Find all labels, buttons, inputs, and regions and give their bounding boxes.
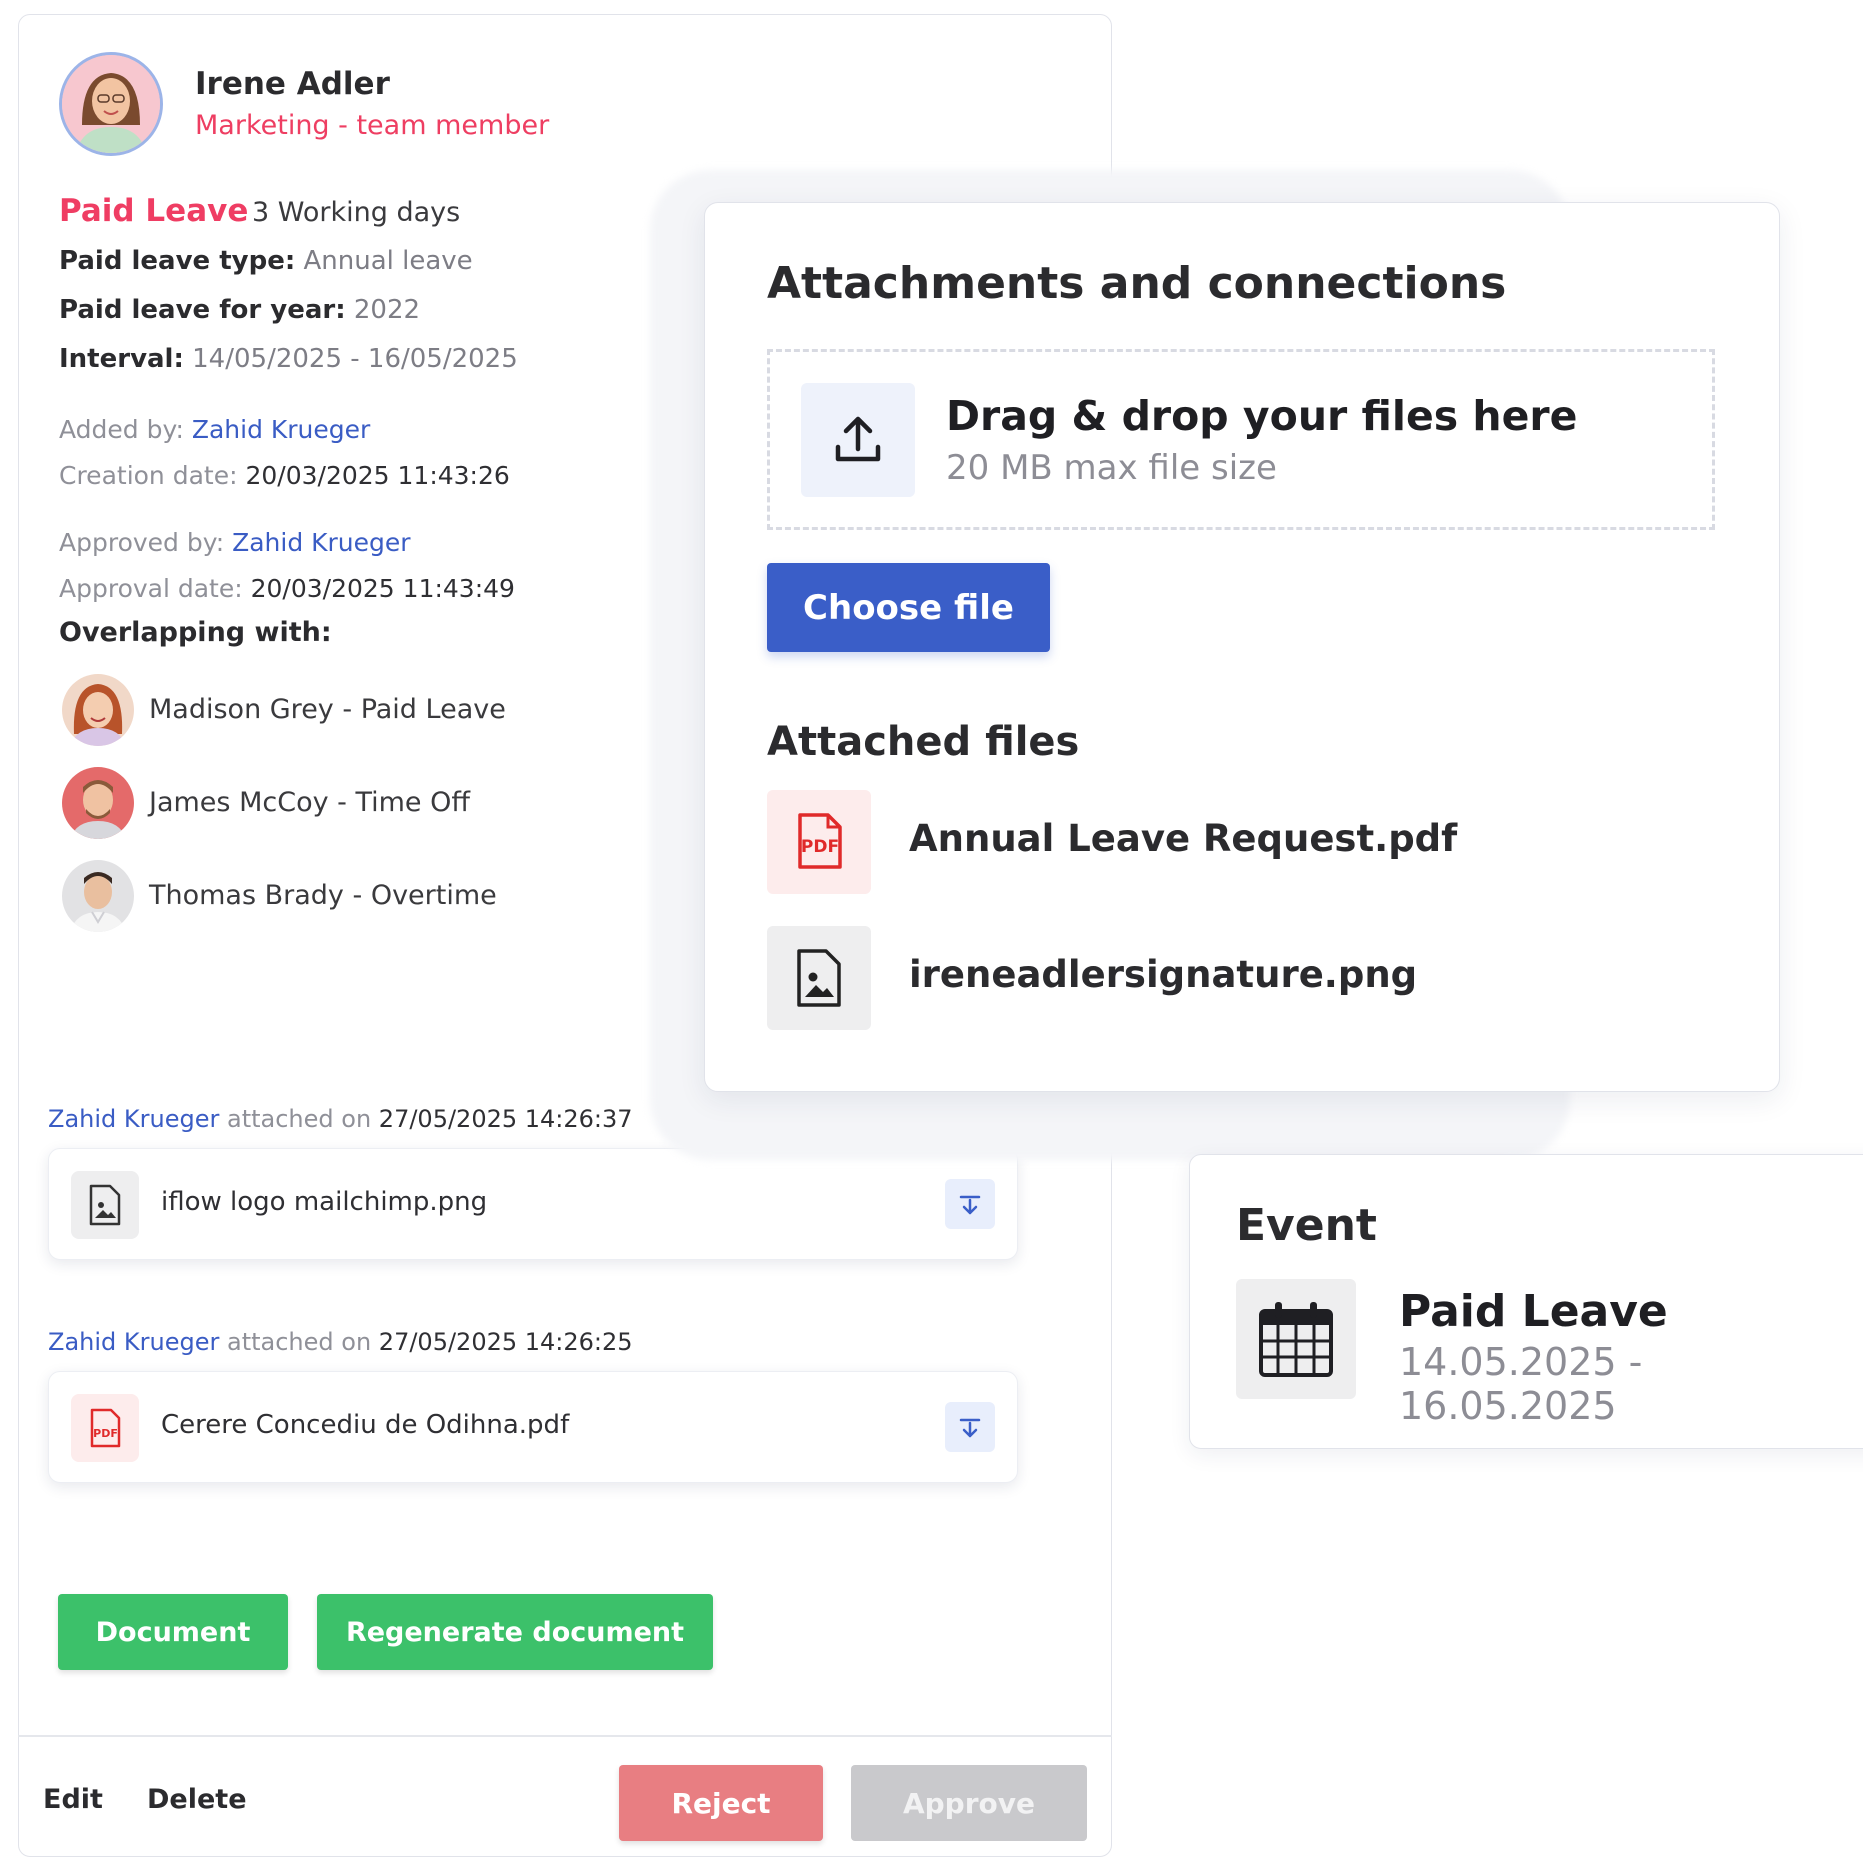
svg-text:PDF: PDF <box>93 1427 118 1440</box>
attached-file-card[interactable]: iflow logo mailchimp.png <box>48 1148 1018 1260</box>
approved-by-label: Approved by: <box>59 528 225 557</box>
history-timestamp: 27/05/2025 14:26:25 <box>378 1328 633 1356</box>
download-icon <box>959 1418 981 1438</box>
attached-files-title: Attached files <box>767 719 1080 765</box>
creation-date-value: 20/03/2025 11:43:26 <box>245 461 510 490</box>
edit-link[interactable]: Edit <box>43 1784 103 1815</box>
download-button[interactable] <box>945 1402 995 1452</box>
upload-icon <box>801 383 915 497</box>
avatar <box>62 860 134 932</box>
paid-leave-type-value: Annual leave <box>303 246 473 276</box>
working-days: 3 Working days <box>252 197 461 228</box>
file-name: Cerere Concediu de Odihna.pdf <box>161 1410 570 1440</box>
added-by-row: Added by: Zahid Krueger <box>59 415 370 444</box>
overlap-item-1[interactable]: Madison Grey - Paid Leave <box>149 694 506 725</box>
approval-date-label: Approval date: <box>59 574 243 603</box>
approve-button[interactable]: Approve <box>851 1765 1087 1841</box>
paid-leave-year-label: Paid leave for year: <box>59 295 346 325</box>
interval-row: Interval: 14/05/2025 - 16/05/2025 <box>59 344 518 374</box>
employee-avatar <box>59 52 163 156</box>
history-action: attached on <box>226 1105 372 1133</box>
pdf-file-icon: PDF <box>767 790 871 894</box>
attachment-history-line: Zahid Krueger attached on 27/05/2025 14:… <box>48 1105 633 1133</box>
svg-text:PDF: PDF <box>801 837 839 857</box>
reject-button[interactable]: Reject <box>619 1765 823 1841</box>
paid-leave-type-label: Paid leave type: <box>59 246 296 276</box>
approval-date-value: 20/03/2025 11:43:49 <box>250 574 515 603</box>
history-timestamp: 27/05/2025 14:26:37 <box>378 1105 633 1133</box>
approved-by-row: Approved by: Zahid Krueger <box>59 528 411 557</box>
employee-role: Marketing - team member <box>195 110 550 141</box>
image-file-icon <box>767 926 871 1030</box>
attachment-history-line: Zahid Krueger attached on 27/05/2025 14:… <box>48 1328 633 1356</box>
avatar <box>62 767 134 839</box>
file-name: iflow logo mailchimp.png <box>161 1187 488 1217</box>
event-title: Event <box>1236 1200 1377 1251</box>
attached-file-name[interactable]: Annual Leave Request.pdf <box>909 817 1457 860</box>
download-icon <box>959 1195 981 1215</box>
paid-leave-year-row: Paid leave for year: 2022 <box>59 295 420 325</box>
approval-date-row: Approval date: 20/03/2025 11:43:49 <box>59 574 515 603</box>
document-button[interactable]: Document <box>58 1594 288 1670</box>
interval-value: 14/05/2025 - 16/05/2025 <box>192 344 518 374</box>
dropzone-subtitle: 20 MB max file size <box>946 448 1277 488</box>
employee-name: Irene Adler <box>195 66 390 102</box>
history-action: attached on <box>226 1328 372 1356</box>
history-user-link[interactable]: Zahid Krueger <box>48 1328 219 1356</box>
choose-file-button[interactable]: Choose file <box>767 563 1050 652</box>
delete-link[interactable]: Delete <box>147 1784 247 1815</box>
attachments-title: Attachments and connections <box>767 258 1507 309</box>
interval-label: Interval: <box>59 344 184 374</box>
approved-by-link[interactable]: Zahid Krueger <box>232 528 410 557</box>
added-by-link[interactable]: Zahid Krueger <box>192 415 370 444</box>
paid-leave-year-value: 2022 <box>353 295 421 325</box>
history-user-link[interactable]: Zahid Krueger <box>48 1105 219 1133</box>
regenerate-document-button[interactable]: Regenerate document <box>317 1594 713 1670</box>
overlap-item-2[interactable]: James McCoy - Time Off <box>149 787 470 818</box>
download-button[interactable] <box>945 1179 995 1229</box>
dropzone-title: Drag & drop your files here <box>946 392 1578 440</box>
calendar-icon <box>1236 1279 1356 1399</box>
overlap-item-3[interactable]: Thomas Brady - Overtime <box>149 880 497 911</box>
event-dates: 14.05.2025 - 16.05.2025 <box>1399 1340 1643 1428</box>
creation-date-row: Creation date: 20/03/2025 11:43:26 <box>59 461 510 490</box>
avatar <box>62 674 134 746</box>
pdf-file-icon: PDF <box>71 1394 139 1462</box>
image-file-icon <box>71 1171 139 1239</box>
attached-file-card[interactable]: PDF Cerere Concediu de Odihna.pdf <box>48 1371 1018 1483</box>
added-by-label: Added by: <box>59 415 184 444</box>
leave-type-title: Paid Leave <box>59 193 249 229</box>
footer-divider <box>18 1735 1112 1737</box>
event-name: Paid Leave <box>1399 1286 1668 1337</box>
paid-leave-type-row: Paid leave type: Annual leave <box>59 246 473 276</box>
overlapping-title: Overlapping with: <box>59 617 332 648</box>
attached-file-name[interactable]: ireneadlersignature.png <box>909 953 1417 996</box>
creation-date-label: Creation date: <box>59 461 238 490</box>
